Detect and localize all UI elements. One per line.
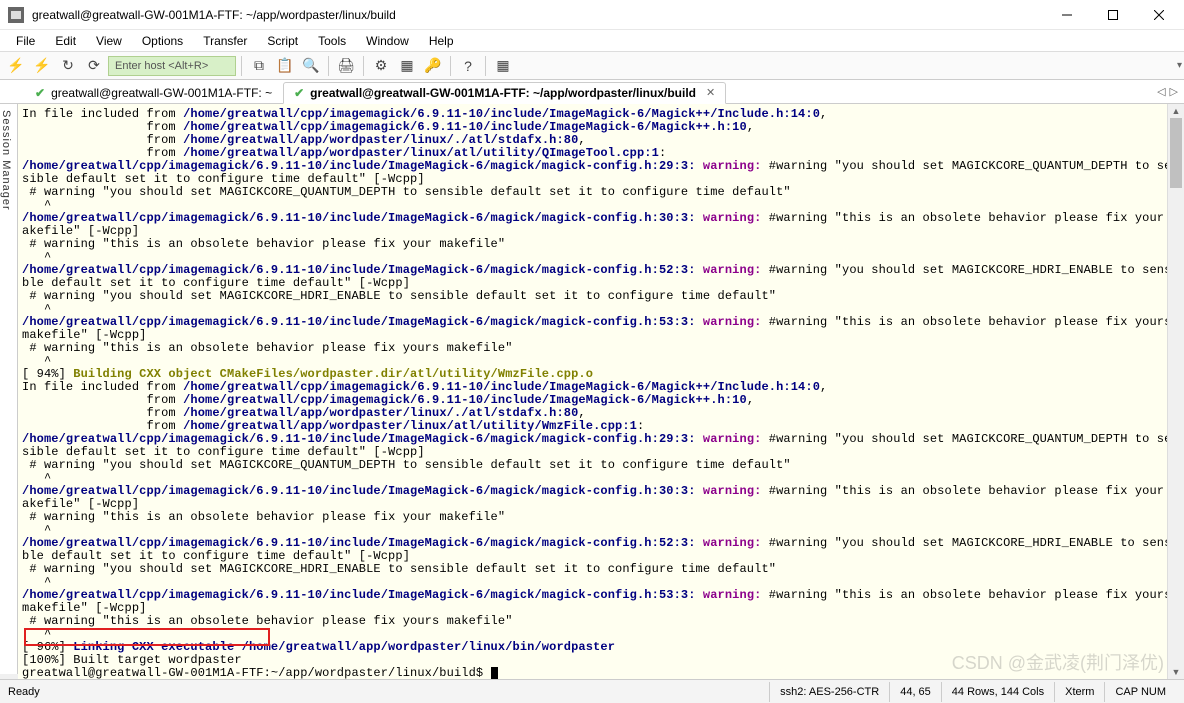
title-bar: greatwall@greatwall-GW-001M1A-FTF: ~/app…: [0, 0, 1184, 30]
menu-file[interactable]: File: [6, 32, 45, 50]
cursor-icon: [491, 667, 498, 679]
tab-label: greatwall@greatwall-GW-001M1A-FTF: ~/app…: [310, 86, 696, 100]
tab-session-2[interactable]: ✔ greatwall@greatwall-GW-001M1A-FTF: ~/a…: [283, 82, 726, 104]
menu-bar: File Edit View Options Transfer Script T…: [0, 30, 1184, 52]
paste-icon[interactable]: 📋: [273, 55, 297, 77]
status-caps-num: CAP NUM: [1104, 682, 1176, 702]
menu-tools[interactable]: Tools: [308, 32, 356, 50]
tab-session-1[interactable]: ✔ greatwall@greatwall-GW-001M1A-FTF: ~: [24, 82, 283, 104]
check-icon: ✔: [35, 86, 45, 100]
find-icon[interactable]: 🔍: [299, 55, 323, 77]
new-tab-icon[interactable]: ▦: [491, 55, 515, 77]
scroll-thumb[interactable]: [1170, 118, 1182, 188]
tab-close-icon[interactable]: ✕: [706, 86, 715, 99]
quick-connect-icon[interactable]: ⚡: [30, 55, 54, 77]
settings-icon[interactable]: ⚙: [369, 55, 393, 77]
menu-options[interactable]: Options: [132, 32, 193, 50]
toolbar: ⚡ ⚡ ↻ ⟳ Enter host <Alt+R> ⧉ 📋 🔍 🖨 ⚙ ▦ 🔑…: [0, 52, 1184, 80]
check-icon: ✔: [294, 86, 304, 100]
sessions-icon[interactable]: ▦: [395, 55, 419, 77]
connect-icon[interactable]: ⚡: [4, 55, 28, 77]
menu-help[interactable]: Help: [419, 32, 464, 50]
host-input[interactable]: Enter host <Alt+R>: [108, 56, 236, 76]
tab-label: greatwall@greatwall-GW-001M1A-FTF: ~: [51, 86, 272, 100]
menu-window[interactable]: Window: [356, 32, 419, 50]
menu-view[interactable]: View: [86, 32, 132, 50]
disconnect-icon[interactable]: ⟳: [82, 55, 106, 77]
menu-transfer[interactable]: Transfer: [193, 32, 257, 50]
scroll-down-icon[interactable]: ▼: [1168, 665, 1184, 679]
terminal-output[interactable]: In file included from /home/greatwall/cp…: [18, 104, 1184, 679]
tab-next-icon[interactable]: ▷: [1170, 85, 1178, 98]
scroll-up-icon[interactable]: ▲: [1168, 104, 1184, 118]
keys-icon[interactable]: 🔑: [421, 55, 445, 77]
status-term-type: Xterm: [1054, 682, 1104, 702]
help-icon[interactable]: ?: [456, 55, 480, 77]
session-manager-tab[interactable]: Session Manager: [0, 104, 18, 674]
tab-prev-icon[interactable]: ◁: [1157, 85, 1165, 98]
terminal-scrollbar[interactable]: ▲ ▼: [1167, 104, 1184, 679]
toolbar-dropdown-icon[interactable]: ▾: [1177, 60, 1182, 71]
reconnect-icon[interactable]: ↻: [56, 55, 80, 77]
menu-script[interactable]: Script: [257, 32, 308, 50]
minimize-button[interactable]: [1044, 0, 1090, 30]
status-cursor-pos: 44, 65: [889, 682, 941, 702]
print-icon[interactable]: 🖨: [334, 55, 358, 77]
status-rowcol: 44 Rows, 144 Cols: [941, 682, 1054, 702]
copy-icon[interactable]: ⧉: [247, 55, 271, 77]
menu-edit[interactable]: Edit: [45, 32, 86, 50]
window-title: greatwall@greatwall-GW-001M1A-FTF: ~/app…: [32, 8, 1044, 22]
status-ready: Ready: [8, 686, 40, 698]
close-button[interactable]: [1136, 0, 1182, 30]
status-ssh: ssh2: AES-256-CTR: [769, 682, 889, 702]
app-icon: [8, 7, 24, 23]
tab-bar: ✔ greatwall@greatwall-GW-001M1A-FTF: ~ ✔…: [0, 80, 1184, 104]
status-bar: Ready ssh2: AES-256-CTR 44, 65 44 Rows, …: [0, 679, 1184, 703]
maximize-button[interactable]: [1090, 0, 1136, 30]
